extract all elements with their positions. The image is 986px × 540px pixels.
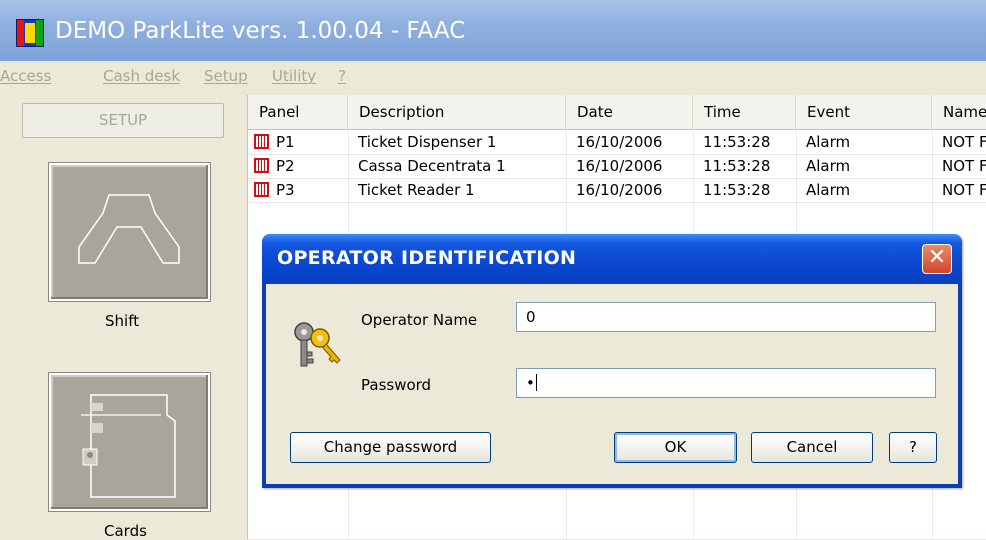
name-cell: NOT F [942,181,986,199]
shift-button-label: Shift [105,312,140,330]
time-cell: 11:53:28 [703,181,771,199]
password-label: Password [361,376,432,394]
shift-button[interactable] [48,162,211,302]
event-cell: Alarm [806,157,851,175]
menu-setup[interactable]: Setup [204,67,248,85]
event-cell: Alarm [806,181,851,199]
panel-cell: P2 [248,154,295,178]
date-cell: 16/10/2006 [576,133,663,151]
alarm-panel-icon [254,182,269,197]
column-header-time[interactable]: Time [693,95,796,129]
column-header-name[interactable]: Name [932,95,986,129]
operator-name-field[interactable]: 0 [516,302,936,332]
alarm-panel-icon [254,134,269,149]
panel-cell: P1 [248,130,295,154]
menu-access[interactable]: Access [0,67,51,85]
cards-button[interactable] [48,372,211,512]
alarm-panel-icon [254,158,269,173]
name-cell: NOT F [942,133,986,151]
description-cell: Cassa Decentrata 1 [358,157,506,175]
table-row[interactable]: P1 Ticket Dispenser 1 16/10/2006 11:53:2… [248,130,986,155]
window-title: DEMO ParkLite vers. 1.00.04 - FAAC [55,18,466,44]
menu-help[interactable]: ? [338,67,346,85]
column-header-description[interactable]: Description [348,95,566,129]
menu-cash-desk[interactable]: Cash desk [103,67,180,85]
password-field[interactable]: • [516,368,936,398]
keys-icon [294,322,341,367]
dialog-body: Operator Name 0 Password • Change passwo… [266,284,958,484]
dialog-title: OPERATOR IDENTIFICATION [277,247,577,269]
ok-button[interactable]: OK [614,432,737,463]
operator-identification-dialog: OPERATOR IDENTIFICATION ✕ Operator Name … [262,234,962,488]
table-row[interactable]: P2 Cassa Decentrata 1 16/10/2006 11:53:2… [248,154,986,179]
column-header-panel[interactable]: Panel [248,95,348,129]
dialog-titlebar[interactable]: OPERATOR IDENTIFICATION ✕ [262,234,962,284]
help-button[interactable]: ? [889,432,937,463]
time-cell: 11:53:28 [703,157,771,175]
window-titlebar: DEMO ParkLite vers. 1.00.04 - FAAC [0,0,986,61]
event-cell: Alarm [806,133,851,151]
cancel-button[interactable]: Cancel [751,432,873,463]
column-header-date[interactable]: Date [566,95,693,129]
setup-tab[interactable]: SETUP [22,103,224,138]
panel-cell: P3 [248,178,295,202]
date-cell: 16/10/2006 [576,181,663,199]
close-icon[interactable]: ✕ [922,244,952,274]
description-cell: Ticket Dispenser 1 [358,133,497,151]
table-row[interactable]: P3 Ticket Reader 1 16/10/2006 11:53:28 A… [248,178,986,203]
description-cell: Ticket Reader 1 [358,181,475,199]
cards-button-label: Cards [104,522,147,540]
text-caret [535,374,537,391]
menu-bar: Access Cash desk Setup Utility ? [0,61,986,93]
change-password-button[interactable]: Change password [290,432,491,463]
time-cell: 11:53:28 [703,133,771,151]
app-logo-icon [16,19,44,47]
date-cell: 16/10/2006 [576,157,663,175]
column-header-event[interactable]: Event [796,95,932,129]
name-cell: NOT F [942,157,986,175]
shift-hands-icon [78,194,180,264]
cards-icon [81,394,176,498]
grid-header: Panel Description Date Time Event Name [248,95,986,130]
menu-utility[interactable]: Utility [272,67,316,85]
operator-name-label: Operator Name [361,311,478,329]
